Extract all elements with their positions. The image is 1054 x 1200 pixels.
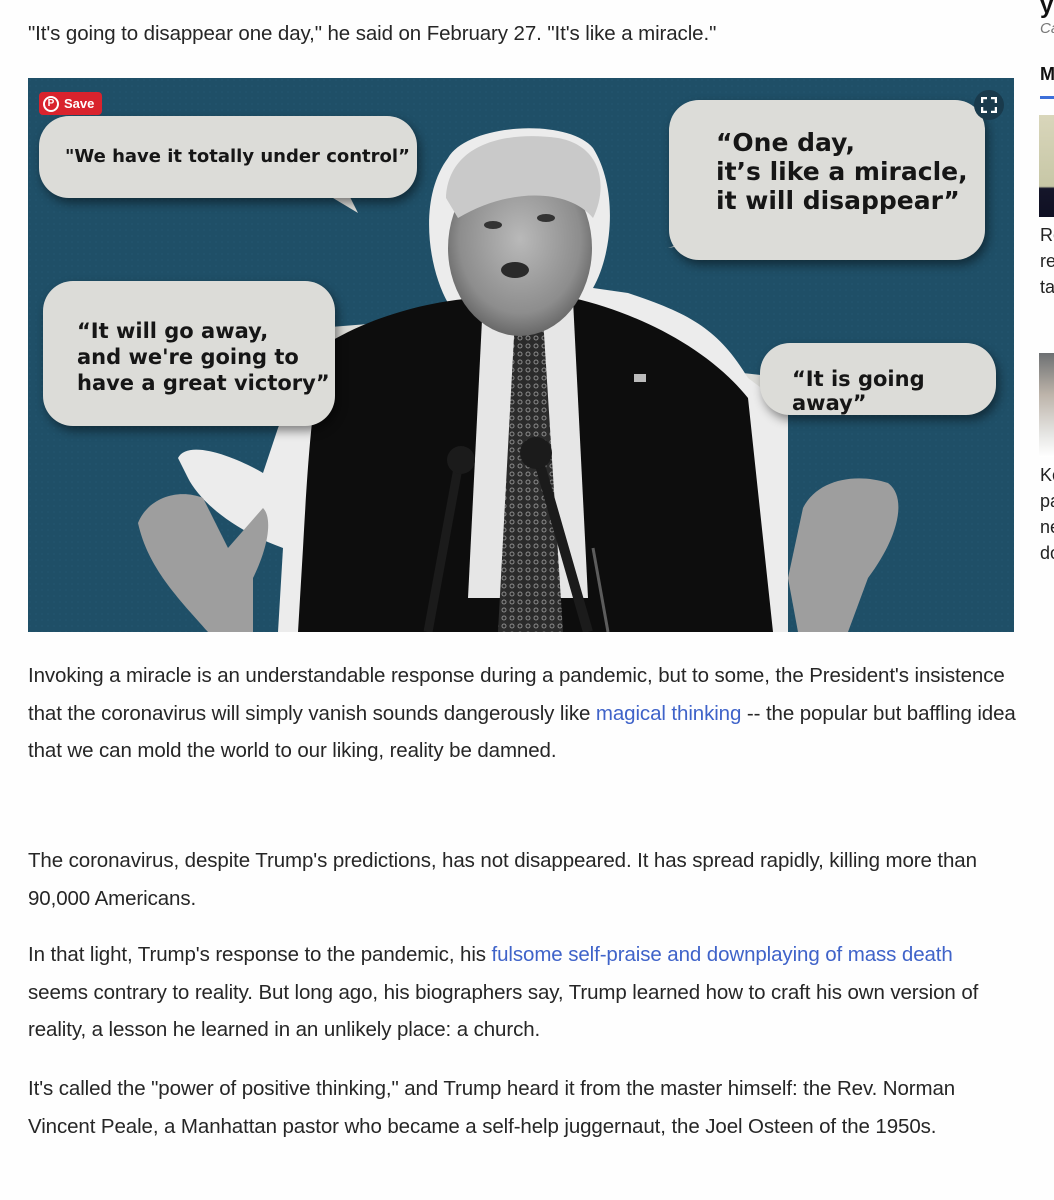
sidebar-thumbnail[interactable] (1039, 115, 1054, 217)
fullscreen-icon (981, 97, 997, 113)
speech-bubble: “One day, it’s like a miracle, it will d… (669, 100, 985, 260)
article-paragraph: It's called the "power of positive think… (28, 1077, 956, 1138)
speech-bubble: “It is going away” (760, 343, 996, 415)
sidebar-title: yo (1040, 0, 1054, 19)
bubble-text: “It will go away, and we're going to hav… (77, 319, 330, 395)
article-image[interactable]: "We have it totally under control” “One … (28, 78, 1014, 632)
quote-paragraph: "It's going to disappear one day," he sa… (28, 22, 717, 45)
bubble-text: “One day, it’s like a miracle, it will d… (716, 128, 968, 215)
article-paragraph: Invoking a miracle is an understandable … (28, 657, 1018, 770)
pinterest-icon: P (43, 95, 59, 112)
magical-thinking-link[interactable]: magical thinking (596, 702, 742, 725)
save-label: Save (64, 96, 95, 111)
speech-bubble: "We have it totally under control” (39, 116, 417, 198)
sidebar-story-link[interactable]: Re re ta (1040, 222, 1054, 300)
bubble-text: “It is going away” (792, 367, 925, 415)
article-paragraph: In that light, Trump's response to the p… (28, 936, 1018, 1049)
fullscreen-button[interactable] (974, 90, 1004, 120)
sidebar-section-heading: M (1040, 64, 1054, 84)
paragraph-text: seems contrary to reality. But long ago,… (28, 980, 979, 1042)
section-divider (1040, 96, 1054, 99)
self-praise-link[interactable]: fulsome self-praise and downplaying of m… (492, 943, 953, 966)
sidebar-thumbnail[interactable] (1039, 353, 1054, 457)
paragraph-text: In that light, Trump's response to the p… (28, 943, 492, 966)
pinterest-save-button[interactable]: P Save (39, 92, 103, 115)
article-paragraph: The coronavirus, despite Trump's predict… (28, 849, 977, 910)
sidebar-story-link[interactable]: Ko pa ne do (1040, 462, 1054, 566)
bubble-text: "We have it totally under control” (65, 146, 410, 167)
sidebar-subtitle: Ca (1040, 20, 1054, 37)
speech-bubble: “It will go away, and we're going to hav… (43, 281, 335, 426)
